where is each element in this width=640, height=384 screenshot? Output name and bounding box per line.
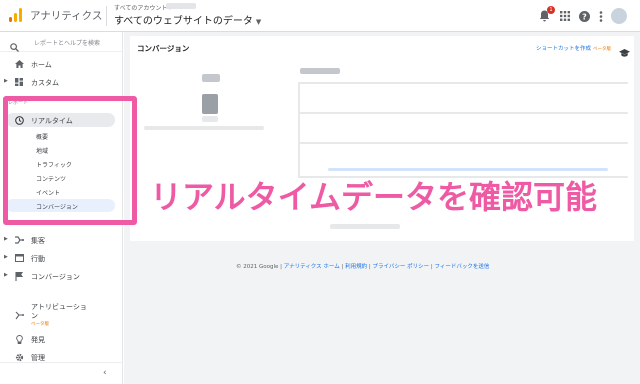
property-selector[interactable]: すべてのウェブサイトのデータ ▼ xyxy=(114,12,261,27)
highlight-box xyxy=(3,96,137,225)
help-icon[interactable]: ? xyxy=(577,9,591,23)
collapse-sidebar-icon[interactable]: ‹ xyxy=(103,368,107,378)
redacted-axis xyxy=(298,82,300,177)
footer-link-feedback[interactable]: フィードバックを送信 xyxy=(434,264,489,270)
redacted-table-row xyxy=(330,224,400,229)
caret-down-icon: ▼ xyxy=(255,18,262,26)
dashboard-icon xyxy=(14,77,24,87)
redacted-chart-area xyxy=(298,68,628,182)
redacted-metric-value xyxy=(202,94,218,114)
sidebar-item-discover[interactable]: 発見 xyxy=(0,332,122,346)
sidebar-item-label-cont: ン xyxy=(31,312,38,320)
sidebar-item-label: コンバージョン xyxy=(31,273,80,281)
redacted-gridline xyxy=(298,142,628,144)
sidebar-item-acquisition[interactable]: ▶ 集客 xyxy=(0,233,122,247)
footer-link-privacy[interactable]: プライバシー ポリシー xyxy=(372,264,429,270)
sidebar-item-label: ホーム xyxy=(31,61,52,69)
sidebar-item-conversions[interactable]: ▶ コンバージョン xyxy=(0,269,122,283)
breadcrumb[interactable]: すべてのアカウント › xyxy=(114,3,172,12)
footer: © 2021 Google | アナリティクス ホーム | 利用規約 | プライ… xyxy=(236,264,490,270)
notification-badge: 1 xyxy=(547,6,555,14)
redacted-gridline xyxy=(298,82,628,84)
sidebar-item-behavior[interactable]: ▶ 行動 xyxy=(0,251,122,265)
redacted-chart-title xyxy=(300,68,340,74)
beta-badge: ベータ版 xyxy=(593,47,612,52)
divider xyxy=(106,6,107,26)
lightbulb-icon xyxy=(14,334,24,344)
redacted-gridline xyxy=(298,112,628,114)
page-title: コンバージョン xyxy=(137,44,190,53)
expand-arrow-icon: ▶ xyxy=(4,272,8,278)
acquisition-icon xyxy=(14,235,24,245)
search-placeholder: レポートとヘルプを検索 xyxy=(34,40,101,47)
more-options-icon[interactable] xyxy=(594,9,608,23)
search-box[interactable]: レポートとヘルプを検索 xyxy=(0,32,122,52)
gear-icon xyxy=(14,352,24,362)
redacted-account xyxy=(166,3,196,9)
beta-badge: ベータ版 xyxy=(31,322,49,327)
property-name: すべてのウェブサイトのデータ xyxy=(114,16,253,27)
education-cap-icon[interactable] xyxy=(619,42,630,61)
redacted-series-line xyxy=(328,168,608,171)
sidebar-item-label: 発見 xyxy=(31,336,45,344)
redacted-metric-sub xyxy=(202,116,218,122)
home-icon xyxy=(14,59,24,69)
svg-text:?: ? xyxy=(582,12,587,21)
annotation-caption: リアルタイムデータを確認可能 xyxy=(150,178,598,216)
sidebar-item-label: 集客 xyxy=(31,237,45,245)
account-avatar[interactable] xyxy=(611,8,627,24)
attribution-icon xyxy=(14,310,24,320)
redacted-metric-label xyxy=(202,74,220,82)
copyright: © 2021 Google | xyxy=(236,264,282,270)
sidebar-item-label: 行動 xyxy=(31,255,45,263)
search-icon xyxy=(10,37,19,56)
footer-link-analytics-home[interactable]: アナリティクス ホーム xyxy=(284,264,340,270)
expand-arrow-icon: ▶ xyxy=(4,236,8,242)
sidebar-item-label: アトリビューショ xyxy=(31,303,87,311)
create-shortcut-link[interactable]: ショートカットを作成 ベータ版 xyxy=(536,44,611,52)
behavior-icon xyxy=(14,253,24,263)
create-shortcut-label: ショートカットを作成 xyxy=(536,46,592,52)
app-name[interactable]: アナリティクス xyxy=(30,8,102,23)
sidebar-item-home[interactable]: ホーム xyxy=(0,57,122,71)
analytics-logo-icon[interactable] xyxy=(9,8,23,22)
apps-grid-icon[interactable] xyxy=(558,9,572,23)
expand-arrow-icon: ▶ xyxy=(4,254,8,260)
divider xyxy=(0,362,122,363)
footer-link-terms[interactable]: 利用規約 xyxy=(345,264,367,270)
flag-icon xyxy=(14,271,24,281)
redacted-metric-caption xyxy=(144,126,264,130)
sidebar-item-label: カスタム xyxy=(31,79,59,87)
expand-arrow-icon: ▶ xyxy=(4,78,8,84)
sidebar-item-attribution[interactable]: アトリビューショ ン xyxy=(0,300,122,322)
top-bar: アナリティクス すべてのアカウント › すべてのウェブサイトのデータ ▼ 1 ? xyxy=(0,0,640,32)
sidebar-item-custom[interactable]: ▶ カスタム xyxy=(0,75,122,89)
